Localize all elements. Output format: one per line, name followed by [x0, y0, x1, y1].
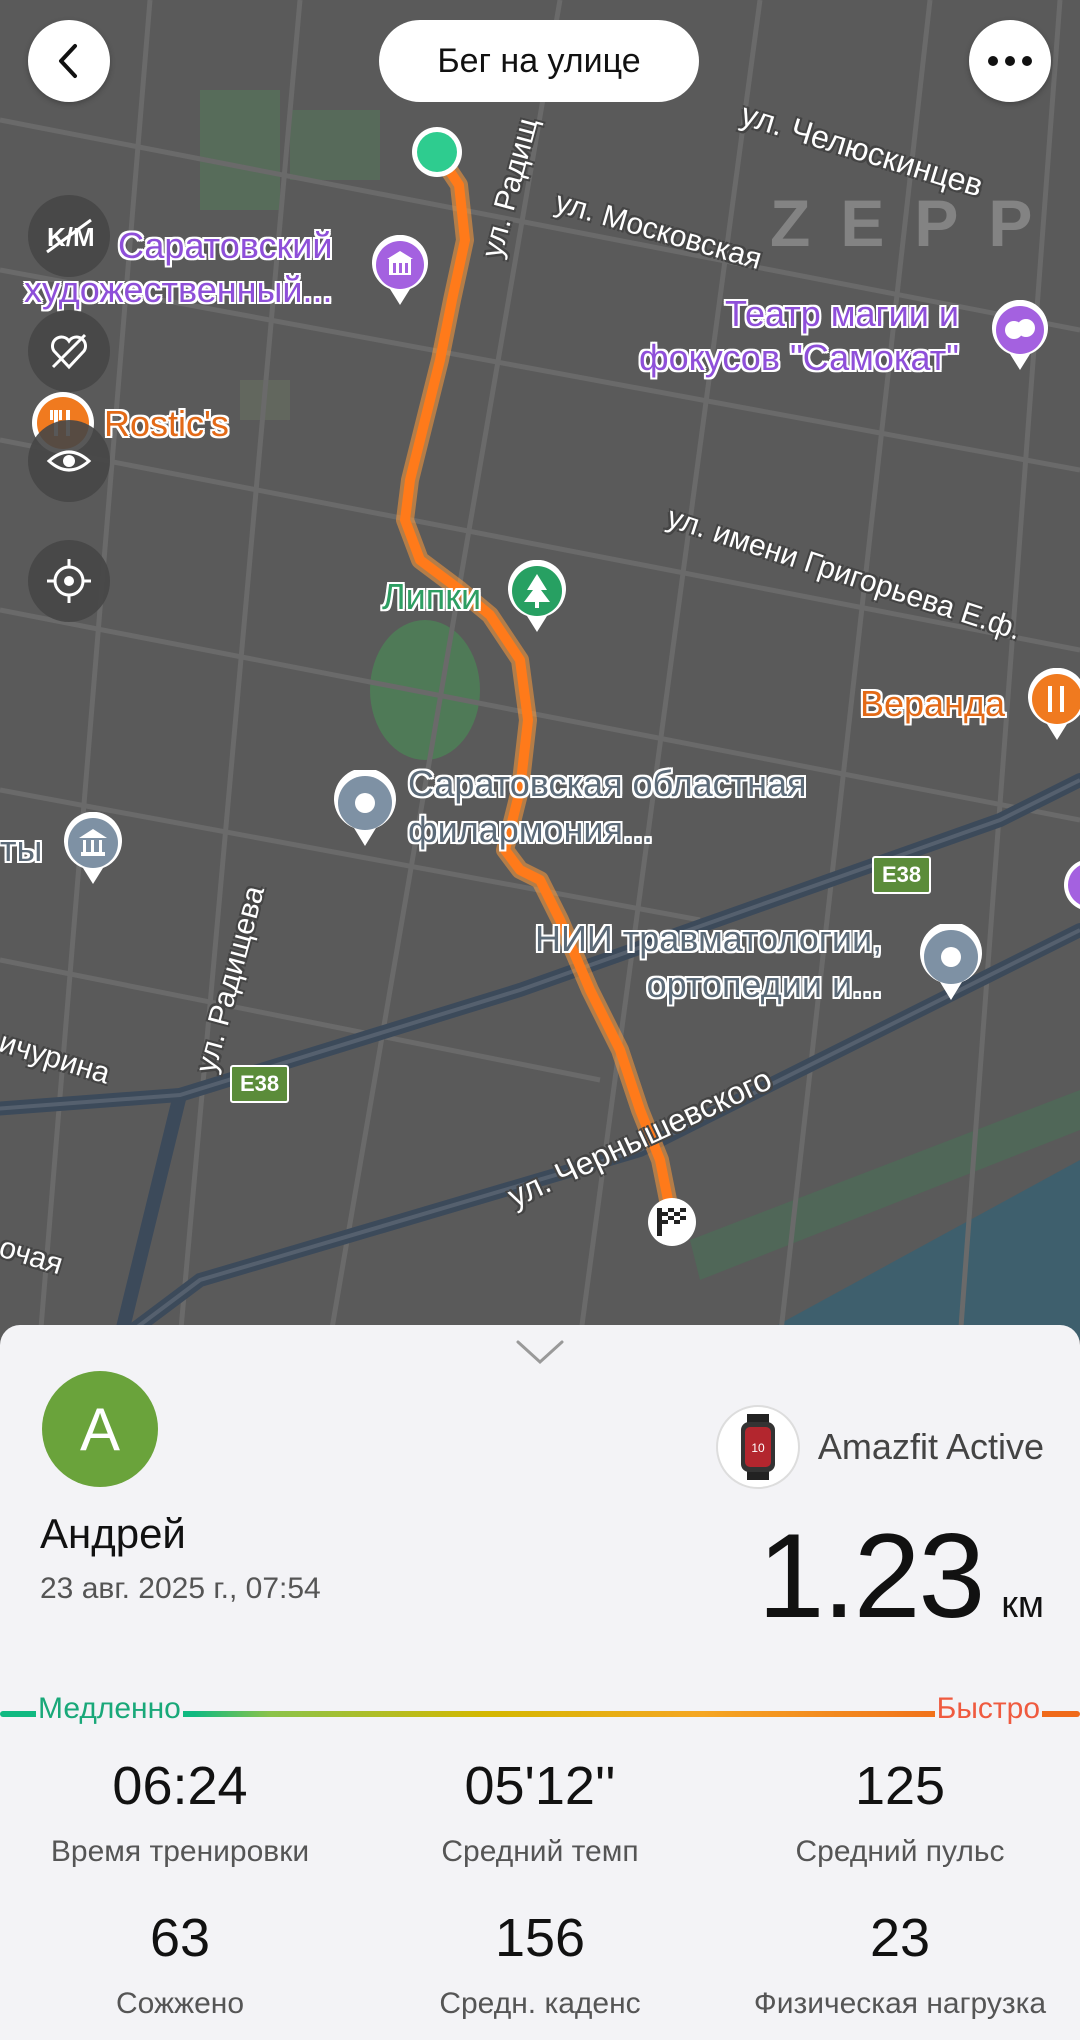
pace-fast-label: Быстро [934, 1692, 1042, 1726]
stat-label: Средний пульс [795, 1835, 1005, 1868]
chevron-down-icon[interactable] [515, 1337, 565, 1367]
locate-button[interactable] [28, 540, 110, 622]
stat-value: 05'12'' [464, 1756, 616, 1816]
stat-label: Средн. каденс [439, 1987, 641, 2020]
activity-title: Бег на улице [379, 20, 699, 102]
km-markers-icon: K/M [46, 218, 93, 254]
restaurant-icon[interactable] [1026, 668, 1080, 742]
stat-label: Физическая нагрузка [753, 1987, 1047, 2020]
more-button[interactable] [969, 20, 1051, 102]
no-heart-icon [51, 333, 87, 370]
workout-summary-sheet: A 10 Amazfit Active Андрей 23 авг. 2025 … [0, 1325, 1080, 2040]
stat-value: 23 [869, 1908, 931, 1968]
road-badge: E38 [872, 856, 932, 894]
stat-avg-pace: 05'12'' Средний темп [360, 1755, 720, 1869]
stat-value: 63 [149, 1908, 211, 1968]
poi-lipki[interactable]: Липки [382, 573, 481, 621]
stat-calories: 63 Сожжено [0, 1907, 360, 2021]
pace-legend: Медленно Быстро [0, 1692, 1080, 1736]
stat-training-load: 23 Физическая нагрузка [720, 1907, 1080, 2021]
poi-label: Саратовский [118, 225, 333, 266]
poi-veranda[interactable]: Веранда [860, 680, 1005, 728]
stat-value: 125 [854, 1756, 946, 1816]
stat-value: 156 [494, 1908, 586, 1968]
poi-museum[interactable]: Саратовский художественный... [24, 222, 333, 314]
poi-theater[interactable]: Театр магии и фокусов "Самокат" [625, 290, 959, 382]
pace-slow-label: Медленно [36, 1692, 183, 1726]
workout-date: 23 авг. 2025 г., 07:54 [40, 1572, 321, 1605]
visibility-toggle[interactable] [28, 420, 110, 502]
place-icon[interactable] [918, 924, 984, 1002]
place-icon[interactable] [332, 770, 398, 848]
poi-philharmonic[interactable]: Саратовская областная филармония... [408, 760, 807, 854]
km-markers-toggle[interactable]: K/M [28, 195, 110, 277]
user-name: Андрей [40, 1510, 186, 1557]
museum-icon[interactable] [370, 235, 430, 307]
svg-text:10: 10 [751, 1441, 765, 1455]
stat-duration: 06:24 Время тренировки [0, 1755, 360, 1869]
device-name: Amazfit Active [817, 1426, 1044, 1467]
watch-icon: 10 [715, 1405, 800, 1489]
heartrate-overlay-toggle[interactable] [28, 310, 110, 392]
park-icon[interactable] [506, 560, 568, 634]
eye-icon [46, 450, 92, 472]
avatar[interactable]: A [42, 1371, 158, 1487]
distance-value: 1.23 [757, 1509, 986, 1643]
poi-label: Театр магии и [725, 293, 959, 334]
poi-label: фокусов "Самокат" [639, 337, 959, 378]
stat-label: Время тренировки [50, 1835, 310, 1868]
more-icon [988, 56, 1032, 66]
device-info[interactable]: 10 Amazfit Active [715, 1405, 1044, 1489]
place-icon[interactable] [1060, 855, 1080, 925]
stat-label: Средний темп [441, 1835, 639, 1868]
stat-avg-heartrate: 125 Средний пульс [720, 1755, 1080, 1869]
distance: 1.23 км [758, 1507, 1044, 1645]
back-button[interactable] [28, 20, 110, 102]
poi-label: НИИ травматологии, [535, 918, 883, 959]
zepp-watermark: ZEPP [770, 186, 1063, 260]
stat-cadence: 156 Средн. каденс [360, 1907, 720, 2021]
distance-unit: км [1001, 1584, 1044, 1626]
poi-label: Саратовская областная [408, 763, 807, 804]
stat-value: 06:24 [112, 1756, 248, 1816]
bank-icon[interactable] [62, 812, 124, 886]
theater-icon[interactable] [990, 300, 1050, 372]
route-map[interactable]: ZEPP ул. Челюскинцев ул. Московская ул. … [0, 0, 1080, 1340]
poi-nii[interactable]: НИИ травматологии, ортопедии и... [535, 915, 882, 1009]
poi-label: ортопедии и... [646, 964, 883, 1005]
poi-label: филармония... [408, 809, 654, 850]
poi-partial[interactable]: ты [0, 825, 42, 873]
crosshair-icon [47, 559, 91, 603]
road-badge: E38 [230, 1065, 290, 1103]
poi-rostics[interactable]: Rostic's [104, 400, 229, 448]
stat-label: Сожжено [115, 1987, 245, 2020]
chevron-left-icon [59, 44, 77, 78]
